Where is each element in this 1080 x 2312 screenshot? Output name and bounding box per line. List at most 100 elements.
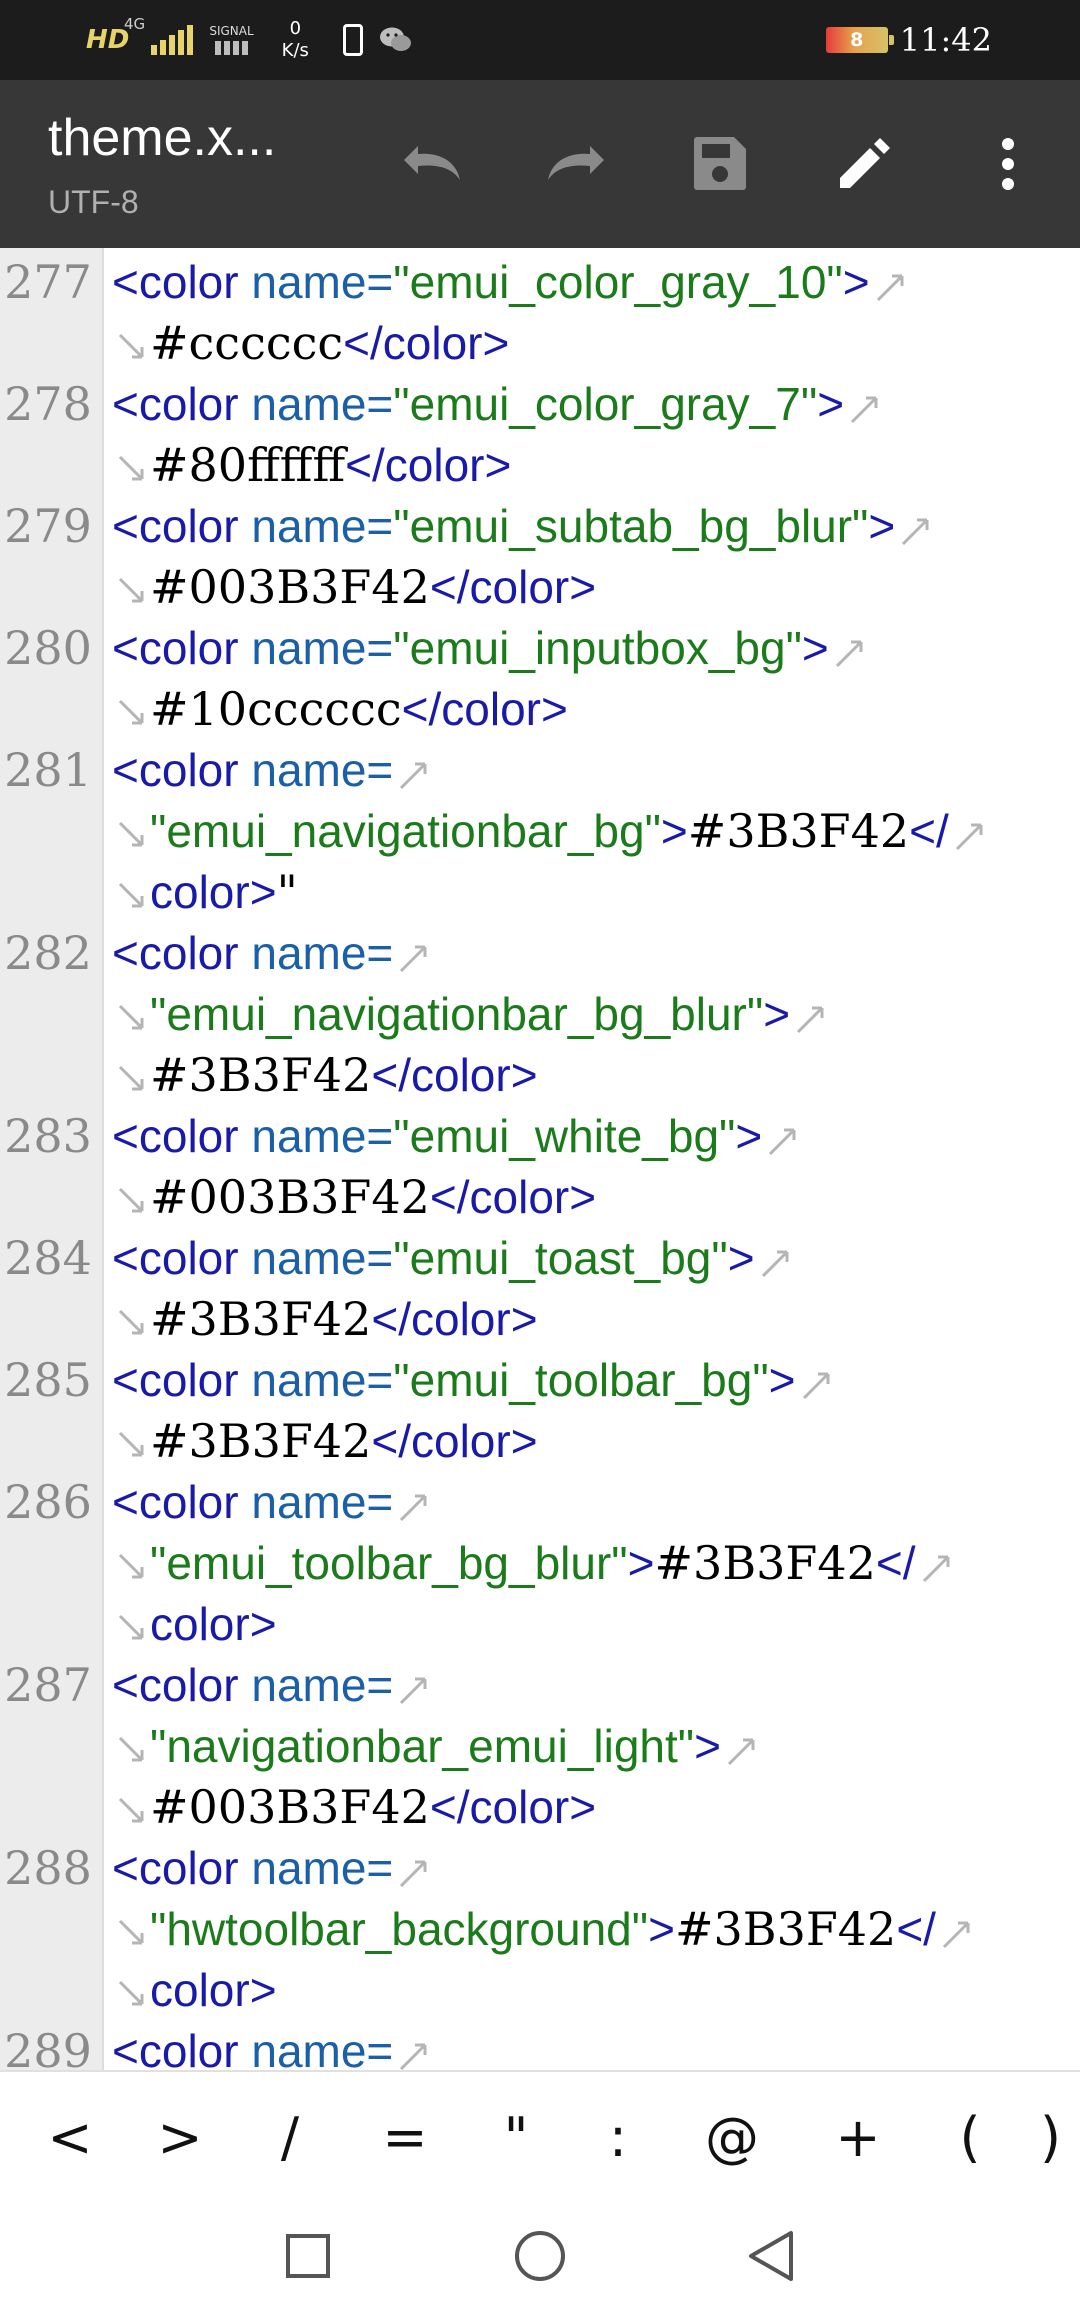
code-row[interactable]: #003B3F42</color> [0, 1777, 1080, 1837]
wrap-end-icon [922, 1555, 950, 1582]
code-row[interactable]: color> [0, 1960, 1080, 2020]
xml-tag: > [768, 1354, 796, 1406]
xml-tag: </color> [429, 1171, 597, 1223]
second-signal-icon: SIGNAL [209, 25, 254, 55]
code-row[interactable]: 278 <color name="emui_color_gray_7"> [0, 374, 1080, 434]
xml-value: #3B3F42 [674, 1902, 897, 1956]
code-row[interactable]: 288 <color name= [0, 1838, 1080, 1898]
code-row[interactable]: "hwtoolbar_background">#3B3F42</ [0, 1899, 1080, 1959]
code-row[interactable]: "emui_navigationbar_bg">#3B3F42</ [0, 801, 1080, 861]
more-options-button[interactable] [968, 124, 1048, 204]
signal-bars-icon [151, 25, 194, 55]
clock: 11:42 [899, 21, 992, 59]
xml-attribute: name= [251, 622, 394, 674]
code-row[interactable]: 282 <color name= [0, 923, 1080, 983]
code-text: "emui_navigationbar_bg">#3B3F42</ [114, 801, 987, 861]
save-icon [694, 137, 746, 190]
redo-button[interactable] [536, 124, 616, 204]
home-button[interactable] [504, 2220, 576, 2292]
line-number: 288 [4, 1841, 92, 1895]
code-row[interactable]: 286 <color name= [0, 1472, 1080, 1532]
code-row[interactable]: "emui_toolbar_bg_blur">#3B3F42</ [0, 1533, 1080, 1593]
line-number: 283 [4, 1109, 92, 1163]
code-row[interactable]: 280 <color name="emui_inputbox_bg"> [0, 618, 1080, 678]
wrap-end-icon [400, 1860, 427, 1887]
xml-attribute: name= [251, 256, 394, 308]
xml-value: #3B3F42 [654, 1536, 876, 1590]
wrap-end-icon [942, 1921, 970, 1948]
back-button[interactable] [736, 2220, 808, 2292]
xml-tag: <color [112, 622, 239, 674]
battery-icon: 8 [825, 27, 894, 53]
wrap-start-icon [118, 1553, 144, 1579]
symbol-key[interactable]: < [30, 2072, 110, 2202]
code-row[interactable]: #80ffffff</color> [0, 435, 1080, 495]
xml-tag: <color [112, 500, 239, 552]
xml-string: "emui_color_gray_10" [393, 256, 843, 308]
code-row[interactable]: "emui_navigationbar_bg_blur"> [0, 984, 1080, 1044]
code-editor[interactable]: 277 <color name="emui_color_gray_10"> #ccc… [0, 248, 1080, 2070]
code-row[interactable]: 287 <color name= [0, 1655, 1080, 1715]
recents-button[interactable] [272, 2220, 344, 2292]
redo-icon [548, 146, 604, 180]
code-row[interactable]: #3B3F42</color> [0, 1045, 1080, 1105]
symbol-key-partial[interactable]: ) [1040, 2072, 1080, 2202]
code-row[interactable]: 285 <color name="emui_toolbar_bg"> [0, 1350, 1080, 1410]
code-row[interactable]: #3B3F42</color> [0, 1289, 1080, 1349]
wrap-start-icon [118, 1309, 144, 1335]
code-row[interactable]: color> [0, 1594, 1080, 1654]
symbol-key[interactable]: = [365, 2072, 445, 2202]
code-row[interactable]: #003B3F42</color> [0, 1167, 1080, 1227]
wechat-icon [379, 27, 411, 51]
symbol-key[interactable]: > [140, 2072, 220, 2202]
code-row[interactable]: #003B3F42</color> [0, 557, 1080, 617]
symbol-key[interactable]: + [818, 2072, 898, 2202]
edit-button[interactable] [824, 124, 904, 204]
code-row[interactable]: 284 <color name="emui_toast_bg"> [0, 1228, 1080, 1288]
xml-tag: > [727, 1232, 755, 1284]
symbol-key[interactable]: / [250, 2072, 330, 2202]
code-row[interactable]: 289 <color name= [0, 2021, 1080, 2070]
xml-string: "hwtoolbar_background" [150, 1903, 649, 1955]
wrap-start-icon [118, 821, 144, 847]
xml-string: "emui_toolbar_bg" [393, 1354, 769, 1406]
code-text: #3B3F42</color> [114, 1411, 538, 1471]
code-row[interactable]: #3B3F42</color> [0, 1411, 1080, 1471]
undo-button[interactable] [392, 124, 472, 204]
file-encoding[interactable]: UTF-8 [48, 184, 139, 221]
code-row[interactable]: 283 <color name="emui_white_bg"> [0, 1106, 1080, 1166]
symbol-key[interactable]: ( [930, 2072, 1010, 2202]
code-row[interactable]: color>" [0, 862, 1080, 922]
xml-tag: </color> [371, 1293, 538, 1345]
xml-tag: <color [112, 378, 239, 430]
xml-tag: <color [112, 256, 239, 308]
symbol-key[interactable]: : [578, 2072, 658, 2202]
symbol-key[interactable]: " [476, 2072, 556, 2202]
code-row[interactable]: 279 <color name="emui_subtab_bg_blur"> [0, 496, 1080, 556]
line-number: 289 [4, 2024, 92, 2070]
xml-value: #3B3F42 [687, 804, 910, 858]
symbol-key[interactable]: @ [692, 2072, 772, 2202]
code-row[interactable]: #cccccc</color> [0, 313, 1080, 373]
network-speed: 0 K/s [282, 18, 309, 62]
xml-string: "emui_subtab_bg_blur" [393, 500, 869, 552]
wrap-start-icon [118, 1187, 144, 1213]
code-row[interactable]: 281 <color name= [0, 740, 1080, 800]
code-row[interactable]: #10cccccc</color> [0, 679, 1080, 739]
xml-attribute: name= [251, 1842, 394, 1894]
xml-value: #003B3F42 [150, 1170, 430, 1224]
xml-attribute: name= [251, 2025, 394, 2070]
line-number: 279 [4, 499, 92, 553]
wrap-end-icon [400, 1677, 427, 1704]
code-text: color> [114, 1960, 277, 2020]
file-title[interactable]: theme.x... [48, 108, 276, 168]
save-button[interactable] [680, 124, 760, 204]
xml-tag: <color [112, 1354, 239, 1406]
code-row[interactable]: "navigationbar_emui_light"> [0, 1716, 1080, 1776]
xml-string: "emui_toast_bg" [393, 1232, 728, 1284]
wrap-end-icon [955, 823, 983, 850]
code-text: #003B3F42</color> [114, 1167, 596, 1227]
code-row[interactable]: 277 <color name="emui_color_gray_10"> [0, 252, 1080, 312]
code-text: <color name="emui_inputbox_bg"> [112, 618, 867, 678]
